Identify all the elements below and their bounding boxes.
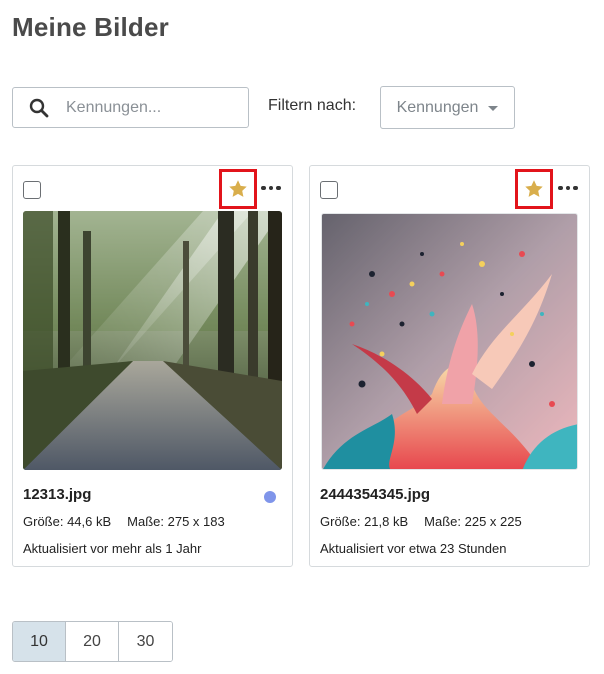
file-meta: Größe: 21,8 kB Maße: 225 x 225 — [320, 514, 522, 529]
status-dot — [264, 491, 276, 503]
file-name[interactable]: 12313.jpg — [23, 486, 91, 503]
file-size: Größe: 44,6 kB — [23, 514, 112, 529]
updated-time: Aktualisiert vor etwa 23 Stunden — [320, 541, 507, 556]
search-box[interactable] — [12, 87, 249, 128]
select-checkbox[interactable] — [23, 181, 41, 199]
chevron-down-icon — [488, 106, 499, 111]
filter-label: Filtern nach: — [268, 97, 357, 114]
image-thumbnail[interactable] — [23, 211, 282, 470]
image-card[interactable]: 12313.jpg Größe: 44,6 kB Maße: 275 x 183… — [12, 165, 293, 567]
file-dimensions: Maße: 275 x 183 — [127, 514, 225, 529]
favorite-star-button[interactable] — [515, 169, 553, 209]
page-size-selector: 10 20 30 — [12, 621, 173, 662]
image-thumbnail[interactable] — [321, 213, 578, 470]
select-checkbox[interactable] — [320, 181, 338, 199]
star-icon — [229, 180, 247, 197]
page-size-30[interactable]: 30 — [119, 622, 172, 661]
file-meta: Größe: 44,6 kB Maße: 275 x 183 — [23, 514, 225, 529]
search-input[interactable] — [66, 98, 226, 117]
image-card[interactable]: 2444354345.jpg Größe: 21,8 kB Maße: 225 … — [309, 165, 590, 567]
file-dimensions: Maße: 225 x 225 — [424, 514, 522, 529]
file-name[interactable]: 2444354345.jpg — [320, 486, 430, 503]
page-size-10[interactable]: 10 — [13, 622, 66, 661]
page-title: Meine Bilder — [12, 12, 169, 42]
favorite-star-button[interactable] — [219, 169, 257, 209]
file-size: Größe: 21,8 kB — [320, 514, 409, 529]
search-icon — [29, 97, 51, 119]
more-options-icon[interactable] — [260, 179, 282, 197]
star-icon — [525, 180, 543, 197]
filter-dropdown-value: Kennungen — [396, 98, 479, 116]
page-size-20[interactable]: 20 — [66, 622, 119, 661]
updated-time: Aktualisiert vor mehr als 1 Jahr — [23, 541, 202, 556]
more-options-icon[interactable] — [557, 179, 579, 197]
filter-dropdown[interactable]: Kennungen — [380, 86, 515, 129]
